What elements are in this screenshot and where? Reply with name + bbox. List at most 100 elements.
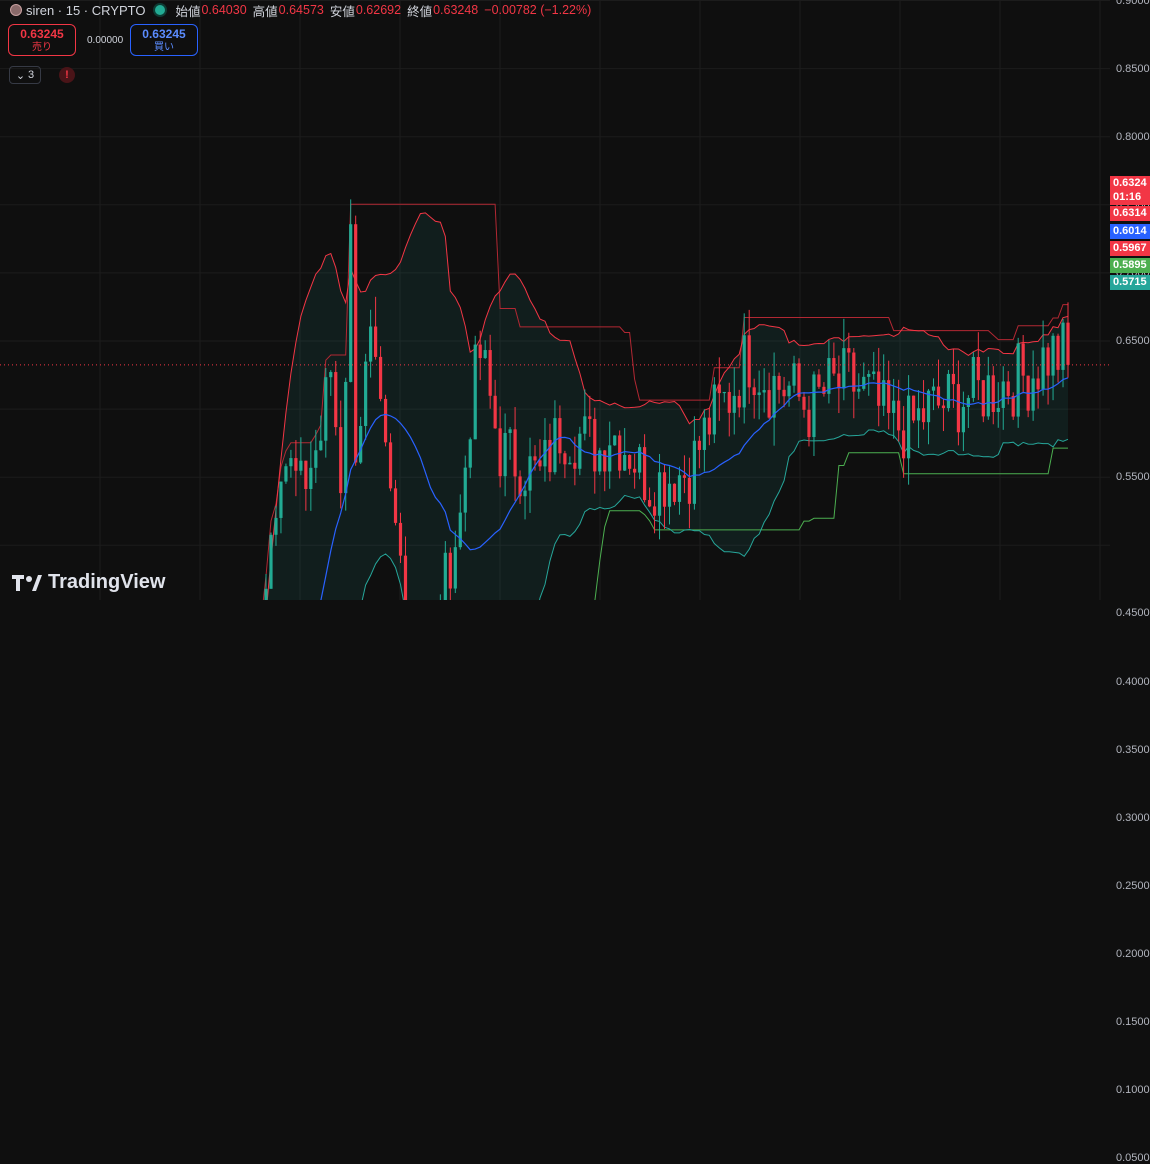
price-axis-label: 0.3000 bbox=[1116, 811, 1150, 824]
candle-body bbox=[762, 390, 766, 393]
candle-body bbox=[892, 400, 896, 413]
candle-body bbox=[857, 388, 861, 392]
candle-body bbox=[662, 472, 667, 507]
candle-body bbox=[847, 348, 851, 353]
candle-body bbox=[956, 384, 961, 433]
price-axis-label: 0.4000 bbox=[1116, 675, 1150, 688]
candle-body bbox=[314, 450, 318, 468]
candle-body bbox=[1016, 343, 1020, 417]
chart-header: siren · 15 · CRYPTO 始値 0.64030 高値 0.64573 … bbox=[0, 0, 597, 20]
candle-body bbox=[782, 389, 786, 397]
candle-body bbox=[588, 416, 592, 419]
price-axis-label: 0.1500 bbox=[1116, 1016, 1150, 1028]
symbol-title[interactable]: siren · 15 · CRYPTO bbox=[26, 3, 145, 18]
price-axis-label: 0.9000 bbox=[1116, 0, 1150, 7]
candle-body bbox=[697, 440, 701, 450]
price-axis-label: 0.6500 bbox=[1116, 335, 1150, 347]
candle-body bbox=[652, 506, 657, 516]
candle-body bbox=[842, 348, 846, 389]
candle-body bbox=[797, 363, 801, 397]
price-axis-label: 0.5500 bbox=[1116, 471, 1150, 484]
candle-body bbox=[707, 417, 711, 435]
sell-label: 売り bbox=[32, 42, 52, 53]
candle-body bbox=[513, 429, 517, 477]
candle-body bbox=[403, 555, 408, 600]
candle-body bbox=[827, 358, 831, 394]
candle-body bbox=[931, 386, 936, 391]
candle-body bbox=[578, 433, 582, 469]
candle-body bbox=[677, 475, 682, 502]
candle-body bbox=[1001, 381, 1005, 408]
candle-body bbox=[503, 432, 507, 477]
candle-body bbox=[961, 406, 965, 433]
candle-body bbox=[498, 428, 502, 477]
candle-body bbox=[757, 392, 761, 396]
price-tag: 0.5715 bbox=[1110, 275, 1150, 290]
sell-price: 0.63245 bbox=[20, 27, 64, 41]
candle-body bbox=[1021, 343, 1025, 376]
candle-body bbox=[832, 358, 836, 374]
candle-body bbox=[867, 373, 871, 377]
price-tag: 0.6324 bbox=[1110, 176, 1150, 191]
candle-body bbox=[657, 472, 662, 516]
candle-body bbox=[373, 326, 378, 357]
price-axis-label: 0.0500 bbox=[1116, 1152, 1150, 1164]
candle-body bbox=[817, 374, 821, 387]
candle-body bbox=[1031, 378, 1035, 411]
tradingview-logo[interactable]: TradingView bbox=[12, 571, 165, 594]
candle-body bbox=[906, 395, 911, 459]
candle-body bbox=[279, 481, 283, 518]
candle-body bbox=[468, 439, 472, 468]
candle-body bbox=[822, 386, 826, 394]
candle-body bbox=[354, 224, 358, 463]
candle-body bbox=[349, 224, 353, 382]
candle-body bbox=[553, 418, 557, 473]
price-axis-label: 0.8500 bbox=[1116, 62, 1150, 75]
candle-body bbox=[608, 445, 612, 472]
sell-button[interactable]: 0.63245 売り bbox=[8, 24, 76, 56]
candle-body bbox=[897, 400, 901, 431]
candle-body bbox=[976, 357, 980, 381]
indicators-toggle-button[interactable]: ⌄ 3 bbox=[9, 66, 41, 84]
candle-body bbox=[339, 427, 343, 494]
candle-body bbox=[583, 416, 587, 434]
close-label: 終値 bbox=[407, 4, 433, 19]
market-status-icon[interactable] bbox=[155, 5, 166, 15]
candle-body bbox=[294, 458, 298, 471]
candlestick-chart[interactable] bbox=[0, 0, 1110, 600]
candle-body bbox=[687, 477, 692, 504]
price-axis-label: 0.2500 bbox=[1116, 879, 1150, 892]
candle-body bbox=[568, 462, 572, 465]
candle-body bbox=[717, 384, 721, 394]
buy-label: 買い bbox=[154, 42, 174, 53]
candle-body bbox=[309, 467, 313, 490]
candle-body bbox=[767, 390, 771, 418]
candle-body bbox=[732, 395, 736, 413]
candle-body bbox=[692, 440, 697, 504]
candle-body bbox=[807, 409, 811, 438]
candle-body bbox=[563, 453, 567, 465]
candle-body bbox=[737, 395, 741, 408]
candle-body bbox=[493, 395, 497, 429]
candle-body bbox=[872, 371, 876, 374]
candle-body bbox=[1066, 322, 1070, 365]
candle-body bbox=[986, 375, 990, 417]
open-value: 0.64030 bbox=[201, 3, 247, 17]
candle-body bbox=[453, 547, 457, 589]
candle-body bbox=[1011, 395, 1015, 417]
candle-body bbox=[324, 377, 328, 441]
price-axis-label: 0.3500 bbox=[1116, 743, 1150, 756]
candle-body bbox=[1046, 347, 1050, 376]
candle-body bbox=[921, 408, 926, 423]
candle-body bbox=[388, 442, 393, 489]
candle-body bbox=[727, 391, 731, 413]
price-tag: 0.6314 bbox=[1110, 206, 1150, 221]
price-tag: 0.5967 bbox=[1110, 241, 1150, 256]
buy-button[interactable]: 0.63245 買い bbox=[130, 24, 198, 56]
candle-body bbox=[558, 418, 562, 454]
candle-body bbox=[981, 380, 985, 417]
candle-body bbox=[269, 534, 273, 589]
candle-body bbox=[926, 390, 931, 423]
candle-body bbox=[378, 356, 383, 399]
warning-icon[interactable]: ! bbox=[59, 67, 75, 83]
